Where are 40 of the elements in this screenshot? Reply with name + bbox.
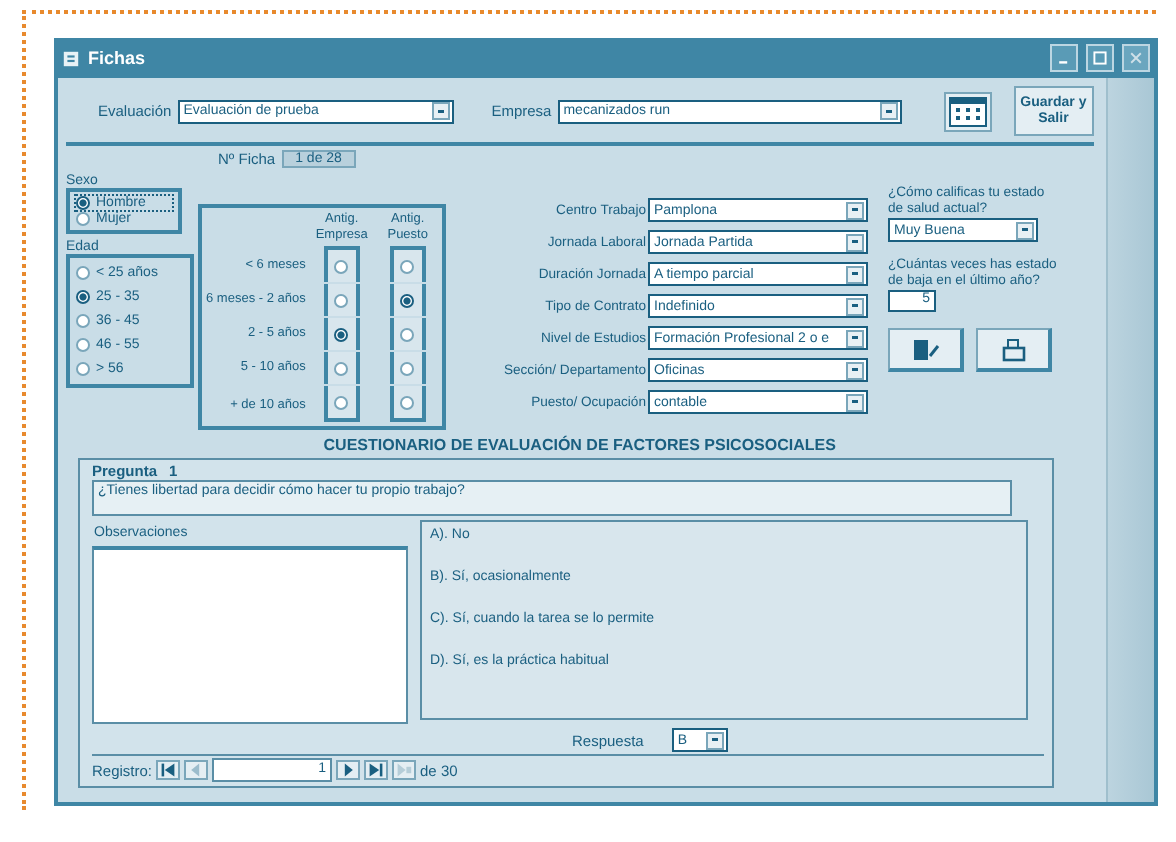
radio-button[interactable] — [334, 293, 349, 307]
close-icon — [1128, 50, 1144, 66]
previous-icon — [188, 762, 205, 778]
new-record-icon — [396, 762, 413, 778]
calendar-icon — [947, 95, 988, 127]
tool-button[interactable] — [888, 328, 964, 372]
maximize-button[interactable] — [1086, 44, 1114, 72]
radio-button[interactable] — [76, 196, 90, 210]
next-record-button[interactable] — [336, 760, 361, 780]
radio-button[interactable] — [76, 212, 90, 226]
radio-button[interactable] — [400, 395, 415, 409]
radio-button[interactable] — [400, 293, 415, 307]
minimize-button[interactable] — [1050, 44, 1078, 72]
app-icon — [62, 49, 80, 67]
radio-button[interactable] — [334, 327, 349, 341]
radio-button[interactable] — [400, 327, 415, 341]
notes-field[interactable] — [92, 546, 408, 724]
tool-button[interactable] — [976, 328, 1052, 372]
radio-button[interactable] — [400, 361, 415, 375]
radio-button[interactable] — [334, 361, 349, 375]
calendar-button[interactable] — [943, 91, 992, 131]
last-record-button[interactable] — [364, 760, 389, 780]
section-title: CUESTIONARIO DE EVALUACIÓN DE FACTORES PSICOSOCIALES — [321, 436, 838, 454]
maximize-icon — [1092, 50, 1108, 66]
next-icon — [340, 762, 357, 778]
close-button[interactable] — [1122, 44, 1150, 72]
notepad-icon — [911, 337, 939, 361]
radio-button[interactable] — [76, 314, 90, 328]
radio-button[interactable] — [76, 362, 90, 376]
radio-button[interactable] — [334, 259, 349, 273]
first-icon — [160, 762, 177, 778]
first-record-button[interactable] — [156, 760, 181, 780]
radio-button[interactable] — [76, 338, 90, 352]
last-icon — [368, 762, 385, 778]
printer-icon — [999, 337, 1027, 361]
radio-button[interactable] — [76, 266, 90, 280]
window-title: Fichas — [88, 48, 146, 68]
radio-button[interactable] — [400, 259, 415, 273]
radio-button[interactable] — [334, 395, 349, 409]
radio-button[interactable] — [76, 290, 90, 304]
